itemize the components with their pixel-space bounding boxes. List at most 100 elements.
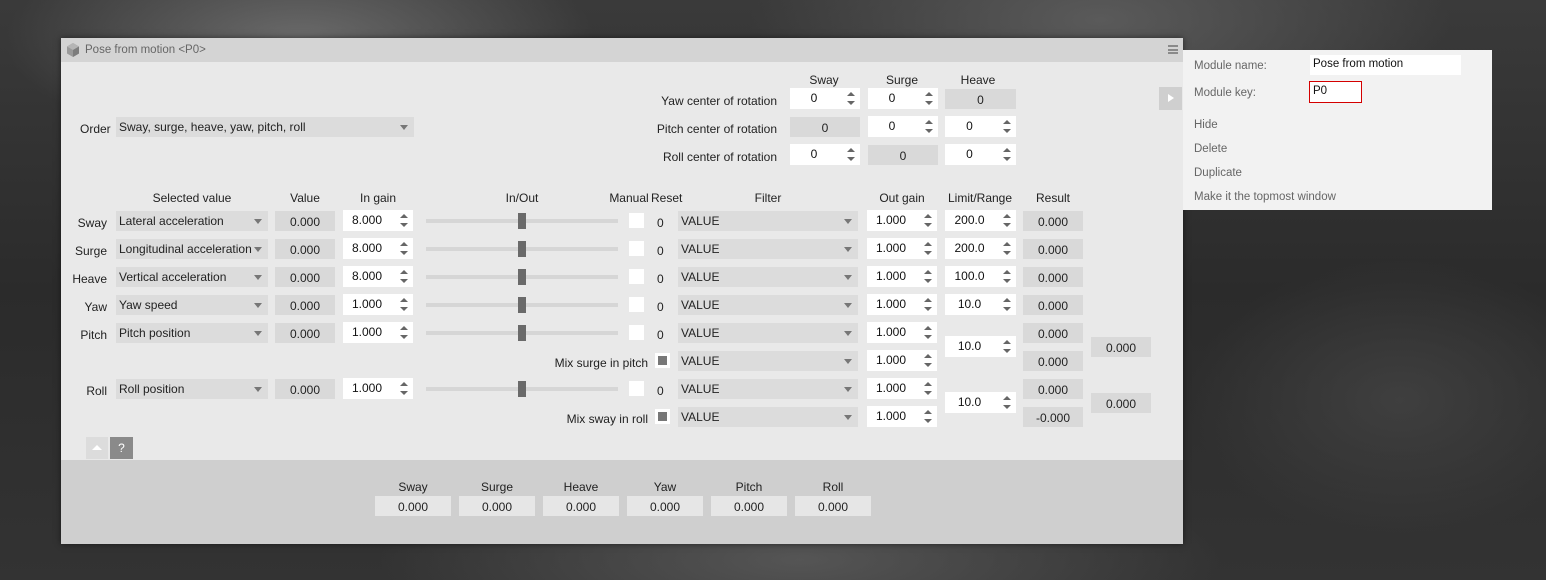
out-gain-stepper[interactable]: 1.000: [867, 406, 937, 427]
chevron-down-icon[interactable]: [400, 279, 408, 283]
mix-sway-checkbox[interactable]: [655, 409, 670, 424]
chevron-up-icon[interactable]: [925, 92, 933, 96]
chevron-up-icon[interactable]: [925, 120, 933, 124]
in-out-slider[interactable]: [426, 267, 618, 287]
chevron-up-icon[interactable]: [924, 382, 932, 386]
chevron-down-icon[interactable]: [925, 129, 933, 133]
manual-checkbox[interactable]: [629, 297, 644, 312]
chevron-down-icon[interactable]: [847, 157, 855, 161]
chevron-down-icon[interactable]: [400, 307, 408, 311]
chevron-up-icon[interactable]: [400, 242, 408, 246]
pitch-limit-stepper[interactable]: 10.0: [945, 336, 1016, 357]
menu-item-hide[interactable]: Hide: [1194, 119, 1218, 131]
chevron-up-icon[interactable]: [400, 214, 408, 218]
chevron-down-icon[interactable]: [1003, 349, 1011, 353]
chevron-up-icon[interactable]: [847, 148, 855, 152]
in-gain-stepper[interactable]: 1.000: [343, 294, 413, 315]
menu-item-duplicate[interactable]: Duplicate: [1194, 167, 1242, 179]
chevron-up-icon[interactable]: [924, 354, 932, 358]
in-gain-stepper[interactable]: 8.000: [343, 238, 413, 259]
slider-thumb[interactable]: [518, 241, 526, 257]
filter-dropdown[interactable]: VALUE: [678, 211, 858, 231]
expand-panel-button[interactable]: [1159, 87, 1182, 110]
in-gain-stepper[interactable]: 8.000: [343, 266, 413, 287]
selected-value-dropdown[interactable]: Yaw speed: [116, 295, 268, 315]
filter-dropdown[interactable]: VALUE: [678, 239, 858, 259]
chevron-up-icon[interactable]: [1003, 242, 1011, 246]
chevron-up-icon[interactable]: [924, 242, 932, 246]
chevron-up-icon[interactable]: [1003, 396, 1011, 400]
limit-stepper[interactable]: 200.0: [945, 210, 1016, 231]
chevron-up-icon[interactable]: [924, 298, 932, 302]
chevron-up-icon[interactable]: [847, 92, 855, 96]
in-out-slider[interactable]: [426, 239, 618, 259]
chevron-down-icon[interactable]: [924, 279, 932, 283]
chevron-up-icon[interactable]: [924, 326, 932, 330]
chevron-down-icon[interactable]: [924, 335, 932, 339]
help-button[interactable]: ?: [110, 437, 133, 459]
chevron-up-icon[interactable]: [924, 214, 932, 218]
chevron-up-icon[interactable]: [1003, 298, 1011, 302]
chevron-up-icon[interactable]: [1003, 214, 1011, 218]
chevron-down-icon[interactable]: [400, 223, 408, 227]
filter-dropdown[interactable]: VALUE: [678, 407, 858, 427]
module-name-input[interactable]: Pose from motion: [1310, 55, 1461, 75]
slider-thumb[interactable]: [518, 381, 526, 397]
roll-cor-sway-stepper[interactable]: 0: [790, 144, 860, 165]
chevron-down-icon[interactable]: [924, 307, 932, 311]
filter-dropdown[interactable]: VALUE: [678, 351, 858, 371]
selected-value-dropdown[interactable]: Vertical acceleration: [116, 267, 268, 287]
out-gain-stepper[interactable]: 1.000: [867, 294, 937, 315]
filter-dropdown[interactable]: VALUE: [678, 379, 858, 399]
in-out-slider[interactable]: [426, 323, 618, 343]
reset-count[interactable]: 0: [657, 328, 664, 342]
chevron-down-icon[interactable]: [924, 251, 932, 255]
menu-item-delete[interactable]: Delete: [1194, 143, 1227, 155]
chevron-up-icon[interactable]: [1003, 340, 1011, 344]
slider-thumb[interactable]: [518, 325, 526, 341]
slider-thumb[interactable]: [518, 297, 526, 313]
out-gain-stepper[interactable]: 1.000: [867, 210, 937, 231]
in-gain-stepper[interactable]: 1.000: [343, 322, 413, 343]
menu-item-topmost[interactable]: Make it the topmost window: [1194, 191, 1336, 203]
filter-dropdown[interactable]: VALUE: [678, 323, 858, 343]
chevron-down-icon[interactable]: [1003, 307, 1011, 311]
chevron-down-icon[interactable]: [925, 101, 933, 105]
chevron-down-icon[interactable]: [1003, 157, 1011, 161]
filter-dropdown[interactable]: VALUE: [678, 295, 858, 315]
in-out-slider[interactable]: [426, 379, 618, 399]
module-key-input[interactable]: P0: [1309, 81, 1362, 103]
hamburger-icon[interactable]: [1168, 45, 1178, 54]
chevron-down-icon[interactable]: [1003, 223, 1011, 227]
chevron-down-icon[interactable]: [1003, 279, 1011, 283]
chevron-up-icon[interactable]: [400, 382, 408, 386]
selected-value-dropdown[interactable]: Longitudinal acceleration: [116, 239, 268, 259]
in-out-slider[interactable]: [426, 211, 618, 231]
limit-stepper[interactable]: 10.0: [945, 294, 1016, 315]
pitch-cor-surge-stepper[interactable]: 0: [868, 116, 938, 137]
chevron-down-icon[interactable]: [924, 363, 932, 367]
chevron-down-icon[interactable]: [1003, 251, 1011, 255]
chevron-down-icon[interactable]: [924, 419, 932, 423]
collapse-button[interactable]: [86, 437, 108, 459]
manual-checkbox[interactable]: [629, 325, 644, 340]
chevron-down-icon[interactable]: [400, 251, 408, 255]
reset-count[interactable]: 0: [657, 244, 664, 258]
chevron-down-icon[interactable]: [1003, 405, 1011, 409]
chevron-up-icon[interactable]: [924, 270, 932, 274]
title-bar[interactable]: Pose from motion <P0>: [61, 38, 1183, 62]
roll-limit-stepper[interactable]: 10.0: [945, 392, 1016, 413]
chevron-down-icon[interactable]: [924, 391, 932, 395]
manual-checkbox[interactable]: [629, 213, 644, 228]
chevron-up-icon[interactable]: [400, 298, 408, 302]
manual-checkbox[interactable]: [629, 381, 644, 396]
yaw-cor-surge-stepper[interactable]: 0: [868, 88, 938, 109]
slider-thumb[interactable]: [518, 213, 526, 229]
roll-cor-heave-stepper[interactable]: 0: [945, 144, 1016, 165]
chevron-up-icon[interactable]: [1003, 120, 1011, 124]
selected-value-dropdown[interactable]: Pitch position: [116, 323, 268, 343]
manual-checkbox[interactable]: [629, 269, 644, 284]
reset-count[interactable]: 0: [657, 300, 664, 314]
yaw-cor-sway-stepper[interactable]: 0: [790, 88, 860, 109]
order-dropdown[interactable]: Sway, surge, heave, yaw, pitch, roll: [116, 117, 414, 137]
